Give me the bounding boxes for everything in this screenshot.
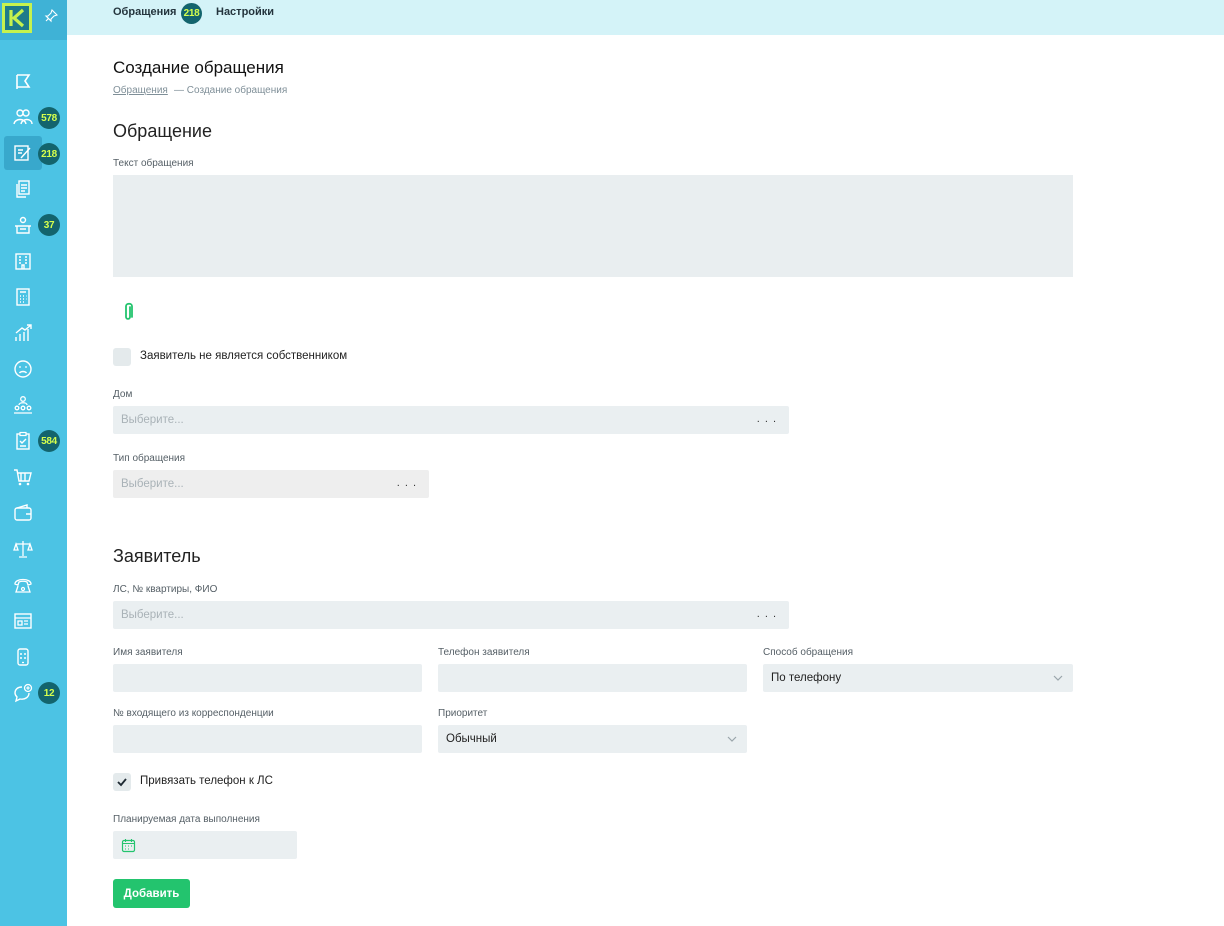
- residents-badge: 578: [38, 107, 60, 129]
- documents-icon: [16, 180, 30, 198]
- breadcrumb-link[interactable]: Обращения: [113, 85, 168, 96]
- logo-icon[interactable]: [2, 3, 32, 33]
- wallet-icon: [14, 504, 32, 521]
- chat-badge: 12: [38, 682, 60, 704]
- date-label: Планируемая дата выполнения: [113, 814, 260, 825]
- tab-settings[interactable]: Настройки: [216, 6, 274, 18]
- sidebar-item-chat[interactable]: [4, 676, 42, 710]
- mobile-app-icon: [17, 648, 29, 666]
- chevron-down-icon: [727, 736, 737, 742]
- method-value: По телефону: [771, 672, 842, 684]
- sidebar-item-shop[interactable]: [4, 460, 42, 494]
- sidebar-item-residents[interactable]: [4, 100, 42, 134]
- sidebar-item-tasks[interactable]: [4, 424, 42, 458]
- scales-icon: [13, 541, 33, 558]
- date-input[interactable]: [113, 831, 297, 859]
- checkmark-icon: [117, 778, 127, 787]
- account-placeholder: Выберите...: [121, 609, 184, 621]
- text-label: Текст обращения: [113, 158, 194, 169]
- sidebar-item-requests[interactable]: [4, 136, 42, 170]
- edit-note-icon: [14, 145, 31, 161]
- page-title: Создание обращения: [113, 58, 284, 77]
- not-owner-checkbox[interactable]: [113, 348, 131, 366]
- section-applicant-title: Заявитель: [113, 546, 201, 566]
- sidebar-item-staff[interactable]: [4, 388, 42, 422]
- attachment-icon[interactable]: [115, 300, 141, 326]
- sidebar-item-analytics[interactable]: [4, 316, 42, 350]
- house-more-button[interactable]: . . .: [757, 413, 777, 425]
- sidebar-item-complaints[interactable]: [4, 352, 42, 386]
- top-bar: Обращения 218 Настройки: [67, 0, 1224, 35]
- sidebar-item-payments[interactable]: [4, 496, 42, 530]
- pin-icon[interactable]: [44, 9, 58, 23]
- method-select[interactable]: По телефону: [763, 664, 1073, 692]
- cart-icon: [14, 469, 32, 486]
- method-label: Способ обращения: [763, 647, 853, 658]
- sidebar: 578 218 37 584 12: [0, 0, 67, 926]
- priority-label: Приоритет: [438, 708, 488, 719]
- chat-add-icon: [14, 683, 33, 703]
- clipboard-check-icon: [16, 431, 30, 450]
- sidebar-item-home[interactable]: [4, 65, 42, 99]
- sidebar-item-dispatcher[interactable]: [4, 208, 42, 242]
- sidebar-item-buildings[interactable]: [4, 244, 42, 278]
- account-label: ЛС, № квартиры, ФИО: [113, 584, 218, 595]
- team-icon: [14, 396, 32, 414]
- phone-label: Телефон заявителя: [438, 647, 530, 658]
- sidebar-item-legal[interactable]: [4, 532, 42, 566]
- sidebar-item-news[interactable]: [4, 604, 42, 638]
- bind-phone-checkbox[interactable]: [113, 773, 131, 791]
- chevron-down-icon: [1053, 675, 1063, 681]
- calendar-icon[interactable]: [121, 838, 136, 853]
- type-label: Тип обращения: [113, 453, 186, 464]
- requests-count-badge: 218: [181, 3, 202, 24]
- request-text-area[interactable]: [113, 175, 1073, 277]
- flag-icon: [16, 74, 31, 89]
- dispatcher-badge: 37: [38, 214, 60, 236]
- house-label: Дом: [113, 389, 133, 400]
- users-icon: [13, 109, 33, 125]
- sidebar-item-documents[interactable]: [4, 172, 42, 206]
- phone-icon: [14, 578, 32, 593]
- sad-face-icon: [14, 360, 32, 378]
- house-select[interactable]: Выберите... . . .: [113, 406, 789, 434]
- priority-select[interactable]: Обычный: [438, 725, 747, 753]
- sidebar-item-calculator[interactable]: [4, 280, 42, 314]
- house-placeholder: Выберите...: [121, 414, 184, 426]
- sidebar-item-mobile-app[interactable]: [4, 640, 42, 674]
- account-more-button[interactable]: . . .: [757, 608, 777, 620]
- applicant-phone-input[interactable]: [438, 664, 747, 692]
- desk-person-icon: [15, 216, 31, 234]
- browser-window-icon: [14, 613, 32, 629]
- type-more-button[interactable]: . . .: [397, 477, 417, 489]
- requests-badge: 218: [38, 143, 60, 165]
- breadcrumb-current: — Создание обращения: [174, 85, 288, 96]
- not-owner-label: Заявитель не является собственником: [140, 350, 348, 362]
- priority-value: Обычный: [446, 733, 497, 745]
- type-select[interactable]: Выберите... . . .: [113, 470, 429, 498]
- account-select[interactable]: Выберите... . . .: [113, 601, 789, 629]
- sidebar-item-calls[interactable]: [4, 568, 42, 602]
- type-placeholder: Выберите...: [121, 478, 184, 490]
- name-label: Имя заявителя: [113, 647, 183, 658]
- building-icon: [15, 253, 31, 270]
- calculator-icon: [16, 288, 30, 306]
- chart-icon: [15, 324, 32, 341]
- tab-requests[interactable]: Обращения: [113, 6, 176, 18]
- section-request-title: Обращение: [113, 121, 212, 141]
- applicant-name-input[interactable]: [113, 664, 422, 692]
- bind-phone-label: Привязать телефон к ЛС: [140, 775, 273, 787]
- incoming-number-input[interactable]: [113, 725, 422, 753]
- incoming-label: № входящего из корреспонденции: [113, 708, 274, 719]
- add-button[interactable]: Добавить: [113, 879, 190, 908]
- tasks-badge: 584: [38, 430, 60, 452]
